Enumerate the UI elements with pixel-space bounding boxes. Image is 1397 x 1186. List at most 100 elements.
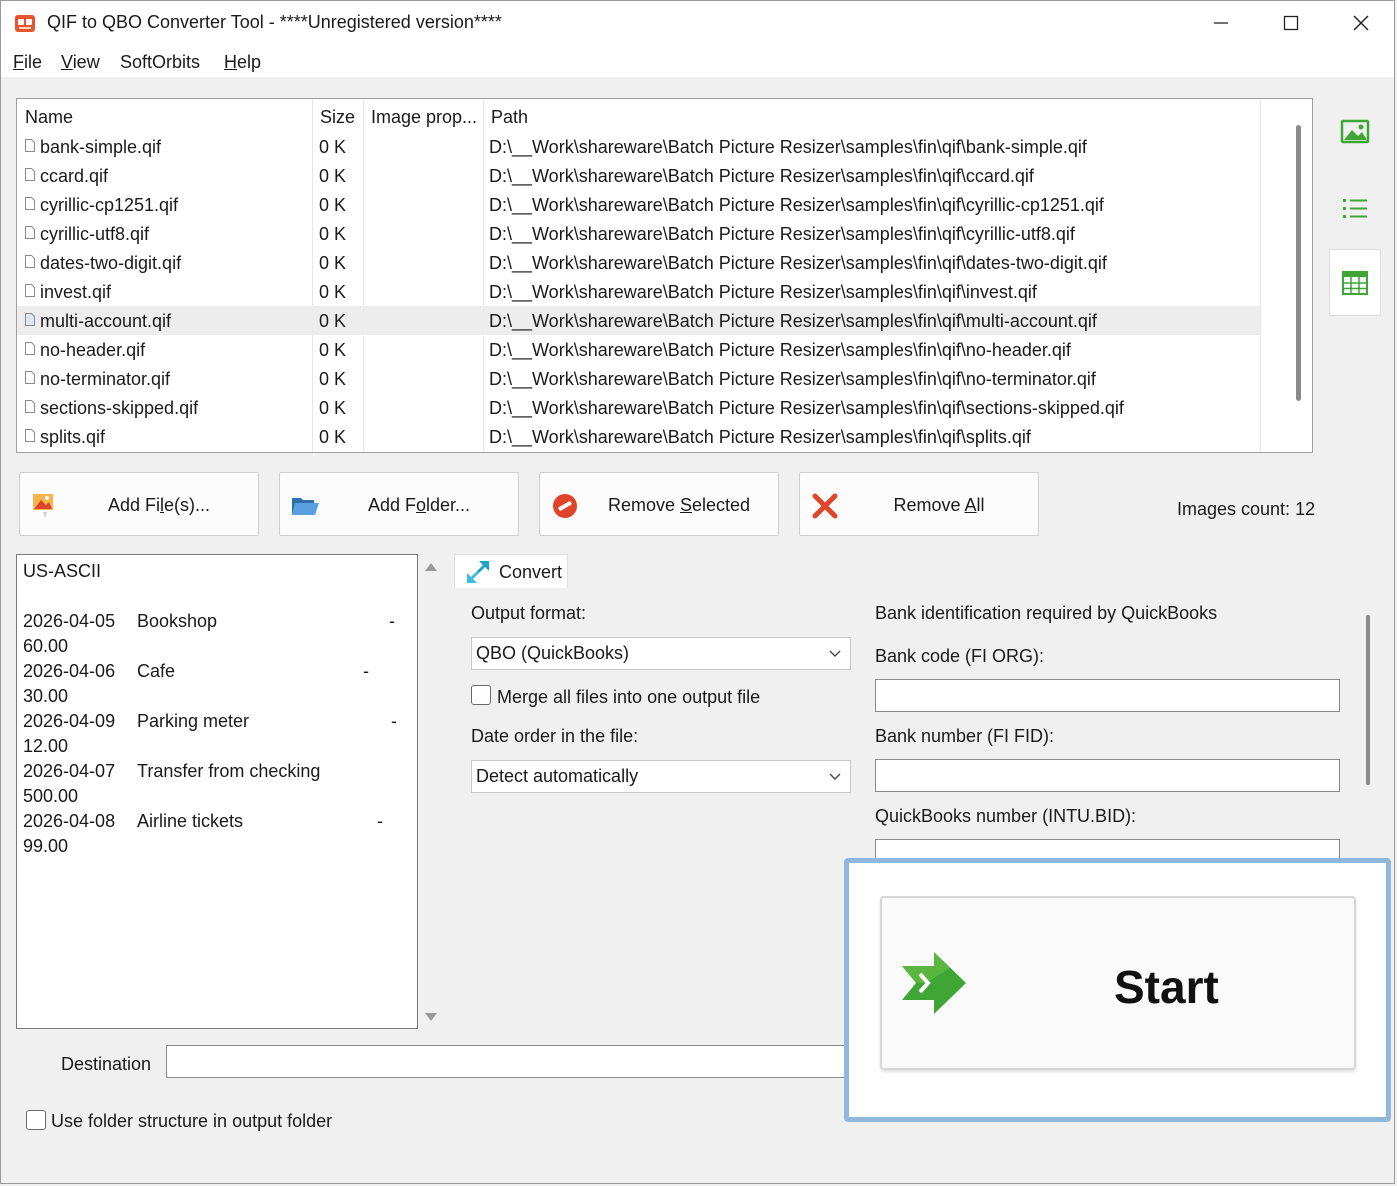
file-icon bbox=[25, 139, 35, 152]
merge-files-label: Merge all files into one output file bbox=[497, 687, 761, 707]
add-folder-label: Add Folder... bbox=[320, 495, 518, 516]
no-entry-icon bbox=[553, 494, 577, 518]
file-icon bbox=[25, 371, 35, 384]
remove-all-button[interactable]: Remove All bbox=[799, 472, 1039, 536]
menu-view-accel: V bbox=[61, 52, 73, 72]
red-x-icon bbox=[812, 493, 838, 519]
table-row[interactable]: splits.qif 0 K D:\__Work\shareware\Batch P… bbox=[17, 422, 1260, 451]
column-header-path[interactable]: Path bbox=[483, 99, 1260, 132]
output-format-value: QBO (QuickBooks) bbox=[476, 643, 630, 663]
tab-convert-label: Convert bbox=[499, 562, 563, 582]
add-files-button[interactable]: Add File(s)... bbox=[19, 472, 259, 536]
quickbooks-number-input[interactable] bbox=[875, 839, 1340, 859]
label-part: Add F bbox=[367, 495, 416, 515]
cell-name: multi-account.qif bbox=[40, 311, 172, 331]
menu-file-accel: F bbox=[13, 52, 24, 72]
cell-name: dates-two-digit.qif bbox=[40, 253, 182, 273]
preview-date: 2026-04-09 bbox=[23, 711, 116, 731]
menu-file-label: ile bbox=[24, 52, 43, 72]
preview-amount: 12.00 bbox=[23, 736, 69, 756]
column-header-size[interactable]: Size bbox=[312, 99, 363, 132]
table-row[interactable]: dates-two-digit.qif 0 K D:\__Work\sharewar… bbox=[17, 248, 1260, 277]
table-row[interactable]: multi-account.qif 0 K D:\__Work\shareware\… bbox=[17, 306, 1260, 335]
file-list[interactable]: Name Size Image prop... Path bank-simple… bbox=[16, 98, 1313, 453]
cell-path: D:\__Work\shareware\Batch Picture Resize… bbox=[489, 427, 1031, 447]
label-part: elected bbox=[692, 495, 751, 515]
file-icon bbox=[25, 226, 35, 239]
add-image-icon bbox=[33, 494, 53, 518]
minimize-icon bbox=[1214, 22, 1228, 24]
table-row[interactable]: ccard.qif 0 K D:\__Work\shareware\Batch Pi… bbox=[17, 161, 1260, 190]
table-row[interactable]: cyrillic-utf8.qif 0 K D:\__Work\shareware\… bbox=[17, 219, 1260, 248]
maximize-button[interactable] bbox=[1256, 1, 1326, 45]
file-list-scrollbar[interactable] bbox=[1296, 125, 1301, 401]
cell-size: 0 K bbox=[319, 253, 347, 273]
remove-selected-button[interactable]: Remove Selected bbox=[539, 472, 779, 536]
date-order-value: Detect automatically bbox=[476, 766, 639, 786]
window-title: QIF to QBO Converter Tool - ****Unregist… bbox=[47, 12, 502, 32]
preview-sign: - bbox=[389, 611, 395, 631]
start-button[interactable]: Start bbox=[880, 896, 1356, 1070]
destination-input[interactable] bbox=[166, 1045, 856, 1078]
cell-size: 0 K bbox=[319, 398, 347, 418]
output-format-select[interactable]: QBO (QuickBooks) bbox=[471, 637, 851, 670]
cell-image-prop bbox=[369, 306, 479, 335]
cell-path: D:\__Work\shareware\Batch Picture Resize… bbox=[489, 137, 1087, 157]
minimize-button[interactable] bbox=[1186, 1, 1256, 45]
cell-image-prop bbox=[369, 161, 479, 190]
add-folder-button[interactable]: Add Folder... bbox=[279, 472, 519, 536]
preview-description: Parking meter bbox=[137, 711, 250, 731]
table-row[interactable]: cyrillic-cp1251.qif 0 K D:\__Work\sharewar… bbox=[17, 190, 1260, 219]
remove-all-label: Remove All bbox=[840, 495, 1038, 516]
menu-help-accel: H bbox=[224, 52, 237, 72]
bank-number-label: Bank number (FI FID): bbox=[875, 726, 1055, 746]
view-thumbnails-button[interactable] bbox=[1329, 101, 1381, 163]
date-order-label: Date order in the file: bbox=[471, 726, 639, 746]
cell-image-prop bbox=[369, 277, 479, 306]
table-row[interactable]: invest.qif 0 K D:\__Work\shareware\Batch P… bbox=[17, 277, 1260, 306]
tab-convert[interactable]: Convert bbox=[454, 554, 568, 589]
preview-amount: 500.00 bbox=[23, 786, 79, 806]
cell-image-prop bbox=[369, 248, 479, 277]
title-bar: QIF to QBO Converter Tool - ****Unregist… bbox=[1, 1, 1394, 45]
cell-image-prop bbox=[369, 219, 479, 248]
cell-size: 0 K bbox=[319, 369, 347, 389]
settings-scrollbar[interactable] bbox=[1366, 615, 1370, 785]
cell-size: 0 K bbox=[319, 166, 347, 186]
menu-help[interactable]: Help bbox=[224, 52, 261, 73]
preview-description: Cafe bbox=[137, 661, 176, 681]
cell-name: cyrillic-cp1251.qif bbox=[40, 195, 179, 215]
view-details-button[interactable] bbox=[1329, 249, 1381, 316]
cell-path: D:\__Work\shareware\Batch Picture Resize… bbox=[489, 369, 1096, 389]
cell-name: no-header.qif bbox=[40, 340, 146, 360]
folder-structure-checkbox[interactable] bbox=[26, 1110, 46, 1130]
menu-softorbits[interactable]: SoftOrbits bbox=[120, 52, 200, 73]
file-icon bbox=[25, 342, 35, 355]
table-row[interactable]: sections-skipped.qif 0 K D:\__Work\sharewa… bbox=[17, 393, 1260, 422]
bank-number-input[interactable] bbox=[875, 759, 1340, 792]
menu-view[interactable]: View bbox=[61, 52, 100, 73]
label-part: ll bbox=[976, 495, 985, 515]
column-header-image-prop[interactable]: Image prop... bbox=[363, 99, 483, 132]
close-button[interactable] bbox=[1326, 1, 1396, 45]
label-accel: A bbox=[964, 495, 977, 515]
scroll-up-arrow-icon[interactable] bbox=[425, 563, 437, 571]
preview-sign: - bbox=[377, 811, 383, 831]
file-icon bbox=[25, 284, 35, 297]
cell-name: bank-simple.qif bbox=[40, 137, 162, 157]
scroll-down-arrow-icon[interactable] bbox=[425, 1013, 437, 1021]
table-row[interactable]: bank-simple.qif 0 K D:\__Work\shareware\Ba… bbox=[17, 132, 1260, 161]
cell-size: 0 K bbox=[319, 282, 347, 302]
table-row[interactable]: no-header.qif 0 K D:\__Work\shareware\Batc… bbox=[17, 335, 1260, 364]
merge-files-checkbox[interactable] bbox=[471, 685, 491, 705]
file-icon bbox=[25, 429, 35, 442]
bank-code-input[interactable] bbox=[875, 679, 1340, 712]
green-arrow-icon bbox=[902, 952, 966, 1014]
menu-help-label: elp bbox=[237, 52, 262, 72]
date-order-select[interactable]: Detect automatically bbox=[471, 760, 851, 793]
menu-file[interactable]: File bbox=[13, 52, 42, 73]
table-row[interactable]: no-terminator.qif 0 K D:\__Work\shareware\… bbox=[17, 364, 1260, 393]
view-list-button[interactable] bbox=[1329, 177, 1381, 239]
column-header-name[interactable]: Name bbox=[17, 99, 312, 132]
file-preview[interactable]: US-ASCII 2026-04-05 Bookshop - 60.00 2026-04… bbox=[16, 554, 418, 1029]
